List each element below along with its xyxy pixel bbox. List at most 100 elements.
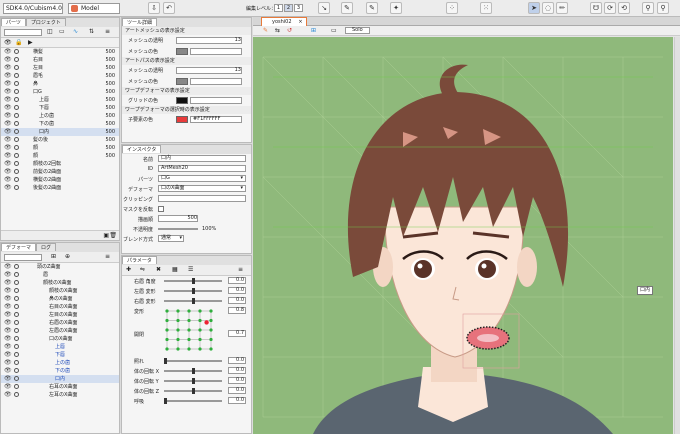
- edit-level-1-button[interactable]: 1: [274, 4, 283, 12]
- visibility-eye-icon[interactable]: 👁: [4, 336, 12, 342]
- sdk-version-select[interactable]: SDK4.0/Cubism4.0: [3, 3, 63, 14]
- lock-toggle-icon[interactable]: [14, 360, 19, 365]
- lock-toggle-icon[interactable]: [14, 73, 19, 78]
- clipping-field[interactable]: [158, 195, 246, 202]
- visibility-eye-icon[interactable]: 👁: [4, 153, 12, 159]
- param-link-icon[interactable]: ⇋: [140, 266, 145, 273]
- visibility-eye-icon[interactable]: 👁: [4, 288, 12, 294]
- list-item[interactable]: 👁 右耳のX曲面: [1, 383, 119, 391]
- parameter-slider[interactable]: [164, 288, 222, 294]
- lock-toggle-icon[interactable]: [14, 352, 19, 357]
- lock-toggle-icon[interactable]: [14, 336, 19, 341]
- visibility-eye-icon[interactable]: 👁: [4, 73, 12, 79]
- lock-toggle-icon[interactable]: [14, 57, 19, 62]
- undo-icon[interactable]: ↶: [163, 2, 175, 14]
- slider-knob[interactable]: [191, 278, 195, 284]
- list-item[interactable]: 👁 頭のZ曲面: [1, 263, 119, 271]
- tab-project[interactable]: プロジェクト: [25, 18, 66, 26]
- mesh-color-field[interactable]: [190, 48, 242, 55]
- list-item[interactable]: 👁 下唇: [1, 351, 119, 359]
- pen-auto-icon[interactable]: ✎: [366, 2, 378, 14]
- list-item[interactable]: 👁 左目のX曲面: [1, 311, 119, 319]
- list-item[interactable]: 👁 横髪 500: [1, 48, 119, 56]
- parameter-value[interactable]: 0.0: [228, 377, 246, 384]
- param-list-icon[interactable]: ☰: [188, 266, 193, 273]
- tab-tool-details[interactable]: ツール詳細: [122, 18, 158, 26]
- lasso-icon[interactable]: ◌: [542, 2, 554, 14]
- visibility-eye-icon[interactable]: 👁: [4, 97, 12, 103]
- lock-toggle-icon[interactable]: [14, 97, 19, 102]
- lock-toggle-icon[interactable]: [14, 384, 19, 389]
- parameter-slider[interactable]: [164, 398, 222, 404]
- canvas-fit-icon[interactable]: ⊞: [311, 27, 316, 34]
- visibility-eye-icon[interactable]: 👁: [4, 360, 12, 366]
- parameter-value[interactable]: 0.0: [228, 387, 246, 394]
- canvas-reset-icon[interactable]: ↺: [287, 27, 292, 34]
- param-grid-icon[interactable]: ▦: [172, 266, 178, 273]
- lock-toggle-icon[interactable]: [14, 65, 19, 70]
- list-item[interactable]: 👁 鼻 500: [1, 80, 119, 88]
- lock-toggle-icon[interactable]: [14, 169, 19, 174]
- menu-icon[interactable]: ≡: [105, 28, 110, 35]
- lock-toggle-icon[interactable]: [14, 185, 19, 190]
- brush-icon[interactable]: ✏: [556, 2, 568, 14]
- visibility-eye-icon[interactable]: 👁: [4, 392, 12, 398]
- list-item[interactable]: 👁 上唇 500: [1, 96, 119, 104]
- vertical-scrollbar[interactable]: [674, 37, 680, 434]
- visibility-eye-icon[interactable]: 👁: [4, 185, 12, 191]
- parameter-slider[interactable]: [164, 378, 222, 384]
- visibility-eye-icon[interactable]: 👁: [4, 137, 12, 143]
- deformer-search-input[interactable]: [4, 254, 42, 261]
- visibility-eye-icon[interactable]: 👁: [4, 57, 12, 63]
- list-item[interactable]: 👁 顔枝の2回転: [1, 160, 119, 168]
- list-item[interactable]: 👁 上の歯: [1, 359, 119, 367]
- list-item[interactable]: 👁 下唇 500: [1, 104, 119, 112]
- warp-deformer-icon[interactable]: ⊞: [51, 253, 56, 260]
- lock-toggle-icon[interactable]: [14, 81, 19, 86]
- select-arrow-icon[interactable]: ➤: [528, 2, 540, 14]
- lock-toggle-icon[interactable]: [14, 49, 19, 54]
- blend-select[interactable]: 通常 ▾: [158, 235, 184, 242]
- list-item[interactable]: 👁 横髪の2曲面: [1, 176, 119, 184]
- lock-toggle-icon[interactable]: [14, 304, 19, 309]
- list-item[interactable]: 👁 口内 500: [1, 128, 119, 136]
- list-item[interactable]: 👁 眉毛 500: [1, 72, 119, 80]
- visibility-eye-icon[interactable]: 👁: [4, 169, 12, 175]
- list-item[interactable]: 👁 右目 500: [1, 56, 119, 64]
- id-field[interactable]: ArtMesh20: [158, 165, 246, 172]
- delete-icon[interactable]: 🗑: [109, 232, 117, 239]
- parameter-slider[interactable]: [164, 388, 222, 394]
- link-icon[interactable]: ∿: [73, 28, 78, 35]
- visibility-eye-icon[interactable]: 👁: [4, 121, 12, 127]
- parameter-slider[interactable]: [164, 368, 222, 374]
- visibility-eye-icon[interactable]: 👁: [4, 81, 12, 87]
- mask-invert-checkbox[interactable]: [158, 206, 164, 212]
- tab-inspector[interactable]: インスペクタ: [122, 145, 162, 153]
- list-item[interactable]: 👁 上唇: [1, 343, 119, 351]
- lock-toggle-icon[interactable]: [14, 89, 19, 94]
- visibility-eye-icon[interactable]: 👁: [4, 272, 12, 278]
- lock-toggle-icon[interactable]: [14, 328, 19, 333]
- parameter-value[interactable]: 0.7: [228, 330, 246, 337]
- warp-icon[interactable]: ☋: [590, 2, 602, 14]
- list-item[interactable]: 👁 下の歯 500: [1, 120, 119, 128]
- draw-order-field[interactable]: 500: [158, 215, 198, 222]
- lock-toggle-icon[interactable]: [14, 153, 19, 158]
- lock-toggle-icon[interactable]: [14, 288, 19, 293]
- lock-toggle-icon[interactable]: [14, 376, 19, 381]
- parts-tool-icon[interactable]: ◫: [47, 28, 53, 35]
- list-item[interactable]: 👁 鼻のX曲面: [1, 295, 119, 303]
- slider-knob[interactable]: [191, 288, 195, 294]
- list-item[interactable]: 👁 眉: [1, 271, 119, 279]
- parts-select[interactable]: 口G ▾: [158, 175, 246, 182]
- lock-toggle-icon[interactable]: [14, 137, 19, 142]
- visibility-eye-icon[interactable]: 👁: [4, 113, 12, 119]
- parameter-value[interactable]: 0.8: [228, 307, 246, 314]
- visibility-eye-icon[interactable]: 👁: [4, 344, 12, 350]
- sort-icon[interactable]: ⇅: [89, 28, 94, 35]
- list-item[interactable]: 👁 顔枝のX曲面: [1, 287, 119, 295]
- rotation-deformer-icon[interactable]: ⊕: [65, 253, 70, 260]
- parameter-value[interactable]: 0.0: [228, 397, 246, 404]
- visibility-eye-icon[interactable]: 👁: [4, 312, 12, 318]
- visibility-eye-icon[interactable]: 👁: [4, 384, 12, 390]
